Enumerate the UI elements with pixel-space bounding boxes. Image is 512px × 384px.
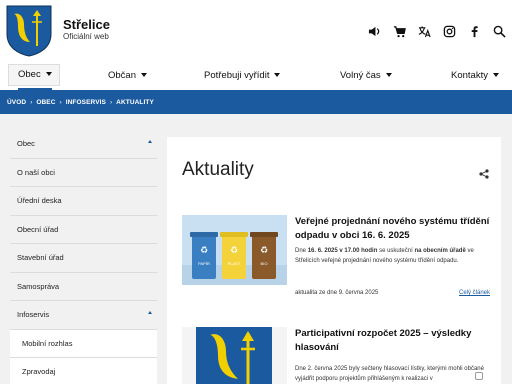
sidebar-item-infoservis[interactable]: Infoservis: [10, 301, 157, 330]
breadcrumb-separator-icon: ›: [109, 98, 113, 106]
search-icon[interactable]: [492, 24, 506, 38]
chevron-down-icon: [385, 73, 392, 77]
breadcrumb-item-aktuality: AKTUALITY: [116, 98, 154, 106]
cart-icon[interactable]: [392, 24, 406, 38]
header-icon-bar: [367, 22, 506, 40]
sidebar-item-label: Samospráva: [17, 281, 60, 291]
sidebar-item-mobilni-rozhlas[interactable]: Mobilní rozhlas: [10, 329, 157, 358]
sidebar-item-samosprava[interactable]: Samospráva: [10, 273, 157, 301]
sidebar-item-label: Infoservis: [17, 310, 50, 320]
nav-item-obcan[interactable]: Občan: [108, 60, 147, 90]
facebook-icon[interactable]: [467, 24, 481, 38]
chevron-up-icon[interactable]: [148, 311, 152, 314]
translate-icon[interactable]: [417, 24, 431, 38]
site-header: Střelice Oficiální web: [0, 0, 512, 60]
breadcrumb: ÚVOD › OBEC › INFOSERVIS › AKTUALITY: [0, 90, 512, 114]
sidebar-item-label: Stavební úřad: [17, 253, 64, 263]
nav-item-potrebuji-vyridit[interactable]: Potřebuji vyřídit: [204, 60, 281, 90]
nav-item-label: Volný čas: [340, 69, 381, 81]
article-card: Participativní rozpočet 2025 – výsledky …: [182, 327, 490, 384]
sidebar-item-label: Obecní úřad: [17, 224, 59, 234]
bin-label-bio: BIO: [261, 261, 268, 266]
site-title[interactable]: Střelice: [63, 17, 110, 32]
chevron-down-icon: [141, 73, 147, 77]
nav-item-obec[interactable]: Obec: [18, 60, 52, 90]
article-excerpt: Dne 16. 6. 2025 v 17.00 hodin se uskuteč…: [295, 247, 495, 266]
article-card: ♻ ♻ ♻ PAPÍR PLAST BIO Veřejné projednání…: [182, 215, 490, 305]
recycling-bins-image[interactable]: ♻ ♻ ♻ PAPÍR PLAST BIO: [182, 215, 287, 285]
crest-logo[interactable]: [4, 4, 54, 57]
sidebar-item-stavebni-urad[interactable]: Stavební úřad: [10, 244, 157, 273]
chevron-up-icon[interactable]: [148, 140, 152, 143]
sidebar-item-label: Úřední deska: [17, 196, 62, 206]
svg-text:♻: ♻: [200, 246, 208, 256]
sidebar-item-zpravodaj[interactable]: Zpravodaj: [10, 358, 157, 384]
article-excerpt: Dne 2. června 2025 byly sečteny hlasovac…: [295, 366, 484, 382]
nav-item-label: Kontakty: [451, 69, 488, 81]
excerpt-part: se uskuteční: [377, 248, 415, 254]
scroll-up-button[interactable]: [475, 372, 483, 380]
nav-item-label: Obec: [18, 68, 41, 80]
article-title[interactable]: Participativní rozpočet 2025 – výsledky …: [295, 327, 495, 355]
article-title[interactable]: Veřejné projednání nového systému tříděn…: [295, 215, 495, 243]
sidebar-item-label: O naší obci: [17, 167, 55, 177]
breadcrumb-item-infoservis[interactable]: INFOSERVIS: [66, 99, 106, 106]
sidebar-item-label: Mobilní rozhlas: [22, 338, 73, 348]
nav-item-label: Potřebuji vyřídit: [204, 69, 270, 81]
chevron-down-icon: [274, 73, 281, 77]
crest-article-image[interactable]: [182, 327, 287, 384]
nav-item-kontakty[interactable]: Kontakty: [451, 60, 499, 90]
breadcrumb-separator-icon: ›: [59, 98, 62, 106]
read-more-link[interactable]: Celý článek: [459, 290, 490, 296]
share-icon[interactable]: [479, 169, 489, 179]
excerpt-date: 16. 6. 2025 v 17.00 hodin: [307, 248, 378, 254]
breadcrumb-item-obec[interactable]: OBEC: [36, 99, 55, 106]
excerpt-place: na obecním úřadě: [414, 248, 466, 254]
excerpt-part: Dne: [295, 248, 308, 254]
main-nav: Obec Občan Potřebuji vyřídit Volný čas K…: [0, 60, 512, 90]
sidebar-item-label: Zpravodaj: [22, 367, 56, 377]
page-title: Aktuality: [182, 159, 254, 180]
bin-label-plastic: PLAST: [228, 261, 241, 266]
bin-label-paper: PAPÍR: [198, 261, 210, 266]
sidebar-nav: Obec O naší obci Úřední deska Obecní úřa…: [10, 130, 157, 384]
sidebar-item-obecni-urad[interactable]: Obecní úřad: [10, 216, 157, 244]
chevron-down-icon: [45, 72, 52, 76]
nav-item-label: Občan: [108, 69, 136, 81]
site-subtitle: Oficiální web: [63, 32, 109, 41]
breadcrumb-separator-icon: ›: [30, 98, 33, 106]
main-content-card: Aktuality ♻ ♻ ♻ PAPÍR PLAST BIO Veřejné …: [167, 137, 501, 384]
svg-text:♻: ♻: [230, 246, 238, 256]
article-date: aktualita ze dne 9. června 2025: [295, 290, 379, 296]
sidebar-item-o-nasi-obci[interactable]: O naší obci: [10, 159, 157, 187]
svg-text:♻: ♻: [260, 246, 268, 256]
sidebar-item-label: Obec: [17, 139, 35, 149]
sidebar-item-uredni-deska[interactable]: Úřední deska: [10, 187, 157, 216]
breadcrumb-item-uvod[interactable]: ÚVOD: [7, 99, 26, 106]
sidebar-item-obec[interactable]: Obec: [10, 130, 157, 159]
speaker-icon[interactable]: [367, 24, 381, 38]
chevron-down-icon: [492, 73, 499, 77]
nav-item-volny-cas[interactable]: Volný čas: [340, 60, 392, 90]
instagram-icon[interactable]: [442, 24, 456, 38]
